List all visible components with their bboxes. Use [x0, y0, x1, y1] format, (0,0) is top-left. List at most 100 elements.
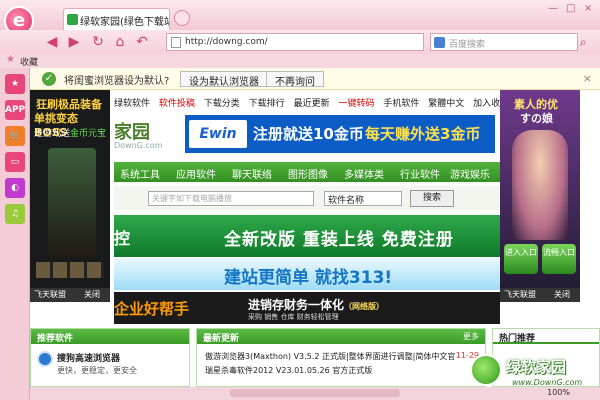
sogou-browser-icon[interactable]: [37, 351, 53, 367]
site-search-row: 关键字如下载电脑播放 软件名称 搜索: [114, 186, 500, 210]
close-window-icon[interactable]: ×: [584, 3, 592, 14]
nav-bar: ◀ ▶ ↻ ⌂ ↶ http://downg.com/ 百度搜索 ⌕: [0, 30, 600, 54]
default-browser-notification: ✓ 将闺蜜浏览器设为默认? 设为默认浏览器 不再询问 ×: [30, 68, 600, 90]
set-default-button[interactable]: 设为默认浏览器: [180, 71, 268, 88]
search-placeholder: 百度搜索: [449, 40, 486, 50]
category-link[interactable]: 系统工具: [120, 166, 160, 181]
notification-close-icon[interactable]: ×: [583, 72, 592, 85]
new-tab-button[interactable]: [174, 10, 190, 26]
news-item[interactable]: 傲游浏览器3(Maxthon) V3.5.2 正式版|整体界面进行调整|简体中文…: [205, 351, 465, 362]
latest-section: 最新更新 更多 傲游浏览器3(Maxthon) V3.5.2 正式版|整体界面进…: [196, 328, 486, 387]
category-link[interactable]: 应用软件: [176, 166, 216, 181]
right-float-ad[interactable]: 素人的优 すの娘 进入入口 流畅入口 飞天联盟 关闭: [500, 90, 580, 302]
right-ad-stream-button[interactable]: 流畅入口: [542, 244, 576, 274]
banner4-sub: 采购 销售 仓库 财务轻松管理: [248, 313, 339, 321]
right-ad-title2: すの娘: [520, 112, 553, 125]
hot-title: 热门推荐: [493, 329, 599, 344]
watermark-logo-icon: [470, 354, 502, 386]
title-bar: e 绿软家园(绿色下载站) | 打造 × — □ ×: [0, 0, 600, 36]
top-link[interactable]: 绿软软件: [114, 99, 150, 109]
star-icon[interactable]: ★: [5, 74, 25, 94]
top-link[interactable]: 一键转码: [338, 99, 374, 109]
favorites-label[interactable]: 收藏: [20, 58, 38, 68]
back-arrow-icon[interactable]: ◀: [44, 34, 60, 50]
undo-icon[interactable]: ↶: [134, 34, 150, 50]
banner2-left: 控: [114, 229, 131, 248]
category-link[interactable]: 行业软件: [400, 166, 440, 181]
left-float-ad[interactable]: 狂刷极品装备 单挑变态BOSS 进游戏送金币元宝 飞天联盟 关闭: [30, 90, 110, 302]
site-search-input[interactable]: 关键字如下载电脑播放: [148, 191, 314, 206]
right-ad-close[interactable]: 关闭: [554, 289, 570, 300]
latest-more-link[interactable]: 更多: [463, 331, 479, 342]
erp-banner[interactable]: 企业好帮手 进销存财务一体化（网络版） 采购 销售 仓库 财务轻松管理: [114, 292, 500, 324]
banner1-text2: 每天赚外送3金币: [365, 125, 481, 143]
search-icon[interactable]: ⌕: [580, 35, 587, 50]
forward-arrow-icon[interactable]: ▶: [66, 34, 82, 50]
search-bar[interactable]: 百度搜索: [430, 33, 578, 51]
recommend-title: 推荐软件: [31, 329, 189, 344]
ewin-banner[interactable]: Ewin 注册就送10金币 每天赚外送3金币: [185, 115, 495, 153]
music-icon[interactable]: ♫: [5, 204, 25, 224]
web-page: 绿软软件 软件投稿 下载分类 下载排行 最近更新 一键转码 手机软件 繁體中文 …: [30, 90, 600, 387]
refresh-icon[interactable]: ↻: [90, 34, 106, 50]
right-ad-brand: 飞天联盟: [504, 290, 536, 299]
game-icon[interactable]: ◐: [5, 178, 25, 198]
left-ad-line3: 进游戏送金币元宝: [34, 129, 107, 139]
right-ad-footer: 飞天联盟 关闭: [500, 288, 580, 302]
horizontal-scrollbar[interactable]: [230, 389, 400, 397]
top-link[interactable]: 软件投稿: [159, 99, 195, 109]
site-favicon-icon: [67, 14, 78, 25]
warrior-figure: [48, 148, 96, 258]
category-nav: 系统工具 应用软件 聊天联络 图形图像 多媒体类 行业软件 游戏娱乐: [114, 162, 500, 182]
search-engine-icon[interactable]: [434, 37, 445, 48]
search-type-select[interactable]: 软件名称: [324, 191, 402, 206]
top-link[interactable]: 下载分类: [204, 99, 240, 109]
top-link[interactable]: 下载排行: [249, 99, 285, 109]
item-slots: [36, 262, 104, 278]
favorites-star-icon[interactable]: ★: [6, 54, 15, 65]
site-search-button[interactable]: 搜索: [410, 190, 454, 207]
tab-close-icon[interactable]: ×: [155, 12, 164, 25]
ewin-logo: Ewin: [189, 120, 247, 148]
character-figure: [512, 130, 568, 240]
left-sidebar: ★ APP 🛒 ▭ ◐ ♫: [0, 68, 30, 400]
banner1-text1: 注册就送10金币: [253, 125, 364, 143]
favorites-bar: ★ 收藏: [0, 54, 600, 68]
app-icon[interactable]: APP: [5, 100, 25, 120]
news-item[interactable]: 瑞星杀毒软件2012 V23.01.05.26 官方正式版: [205, 365, 465, 376]
category-link[interactable]: 图形图像: [288, 166, 328, 181]
category-link[interactable]: 游戏娱乐: [450, 166, 490, 181]
notification-message: 将闺蜜浏览器设为默认?: [64, 76, 170, 87]
right-ad-enter-button[interactable]: 进入入口: [504, 244, 538, 274]
cart-icon[interactable]: 🛒: [5, 126, 25, 146]
minimize-icon[interactable]: —: [548, 3, 558, 14]
left-ad-brand: 飞天联盟: [34, 290, 66, 299]
url-text: http://downg.com/: [185, 37, 268, 47]
maximize-icon[interactable]: □: [566, 3, 575, 14]
site-logo-sub: DownG.com: [114, 141, 163, 150]
browser-tab[interactable]: 绿软家园(绿色下载站) | 打造: [63, 8, 170, 30]
top-link[interactable]: 最近更新: [294, 99, 330, 109]
site-313-banner[interactable]: 建站更简单 就找313!: [114, 258, 500, 290]
check-icon: ✓: [42, 72, 56, 86]
dont-ask-button[interactable]: 不再询问: [266, 71, 324, 88]
left-ad-footer: 飞天联盟 关闭: [30, 288, 110, 302]
card-icon[interactable]: ▭: [5, 152, 25, 172]
category-link[interactable]: 聊天联络: [232, 166, 272, 181]
category-link[interactable]: 多媒体类: [344, 166, 384, 181]
watermark-text: 绿软家园: [506, 358, 567, 376]
address-bar[interactable]: http://downg.com/: [166, 33, 424, 51]
watermark-url: www.DownG.com: [512, 378, 583, 387]
recommend-item[interactable]: 搜狗高速浏览器: [57, 351, 120, 364]
banner4-title: 进销存财务一体化（网络版）: [248, 298, 385, 312]
banner2-text: 全新改版 重装上线 免费注册: [224, 230, 454, 250]
watermark: 绿软家园 www.DownG.com: [470, 354, 600, 394]
green-banner[interactable]: 控 全新改版 重装上线 免费注册: [114, 215, 500, 257]
home-icon[interactable]: ⌂: [112, 34, 128, 50]
latest-title: 最新更新: [197, 329, 485, 344]
top-link[interactable]: 繁體中文: [428, 99, 464, 109]
recommend-section: 推荐软件 搜狗高速浏览器 更快，更稳定，更安全: [30, 328, 190, 387]
top-link[interactable]: 手机软件: [383, 99, 419, 109]
site-top-links: 绿软软件 软件投稿 下载分类 下载排行 最近更新 一键转码 手机软件 繁體中文 …: [114, 96, 509, 110]
left-ad-close[interactable]: 关闭: [84, 289, 100, 300]
